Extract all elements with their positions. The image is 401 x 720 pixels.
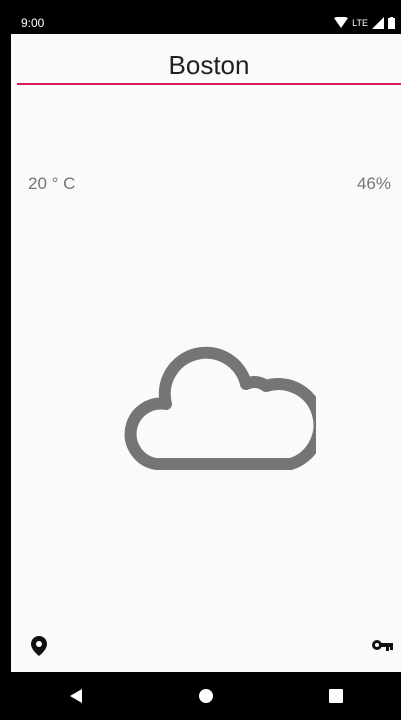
home-icon (199, 689, 213, 703)
title-underline (17, 83, 401, 85)
app-screen: Boston 20 ° C 46% (11, 34, 401, 672)
recents-icon (329, 689, 343, 703)
back-icon (70, 689, 82, 703)
home-button[interactable] (190, 680, 222, 712)
navigation-bar (11, 672, 401, 720)
temperature-reading: 20 ° C (28, 174, 76, 193)
key-icon[interactable] (371, 638, 393, 652)
location-pin-icon[interactable] (30, 635, 48, 657)
city-name[interactable]: Boston (17, 50, 401, 81)
battery-icon (388, 17, 395, 29)
network-type: LTE (352, 18, 368, 28)
status-icons: LTE (334, 17, 395, 29)
cloud-icon (124, 346, 316, 470)
status-time: 9:00 (21, 16, 45, 30)
recents-button[interactable] (320, 680, 352, 712)
signal-icon (372, 17, 384, 29)
status-bar: 9:00 LTE (11, 12, 401, 34)
device-frame: 9:00 LTE Boston 20 ° C 46% (0, 0, 401, 720)
humidity-reading: 46% (356, 174, 391, 193)
back-button[interactable] (60, 680, 92, 712)
wifi-icon (334, 17, 349, 28)
